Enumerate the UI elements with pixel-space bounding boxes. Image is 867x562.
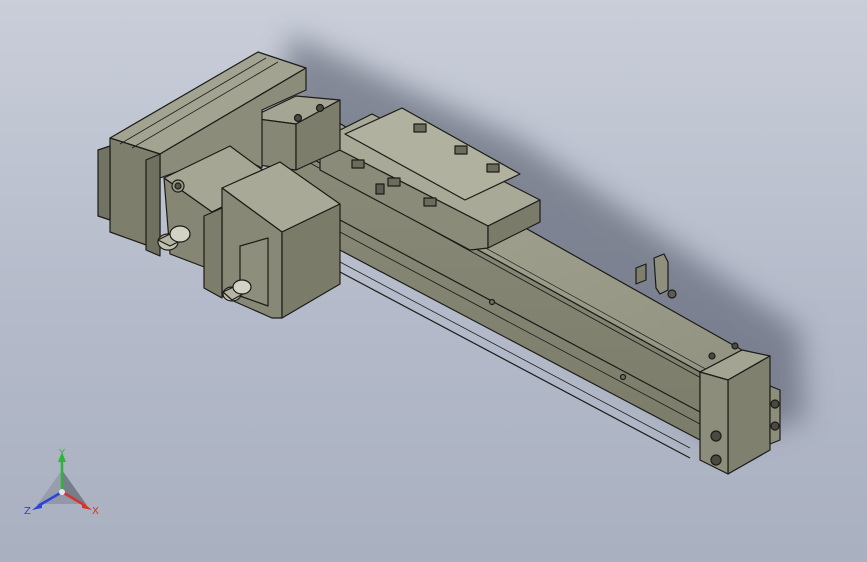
x-axis-label: X <box>92 506 99 517</box>
graphics-viewport[interactable]: Y X Z <box>0 0 867 562</box>
linear-actuator-model[interactable] <box>0 0 867 562</box>
orientation-triad: Y X Z <box>24 448 99 517</box>
y-axis-label: Y <box>58 448 66 459</box>
z-axis-label: Z <box>24 506 31 517</box>
